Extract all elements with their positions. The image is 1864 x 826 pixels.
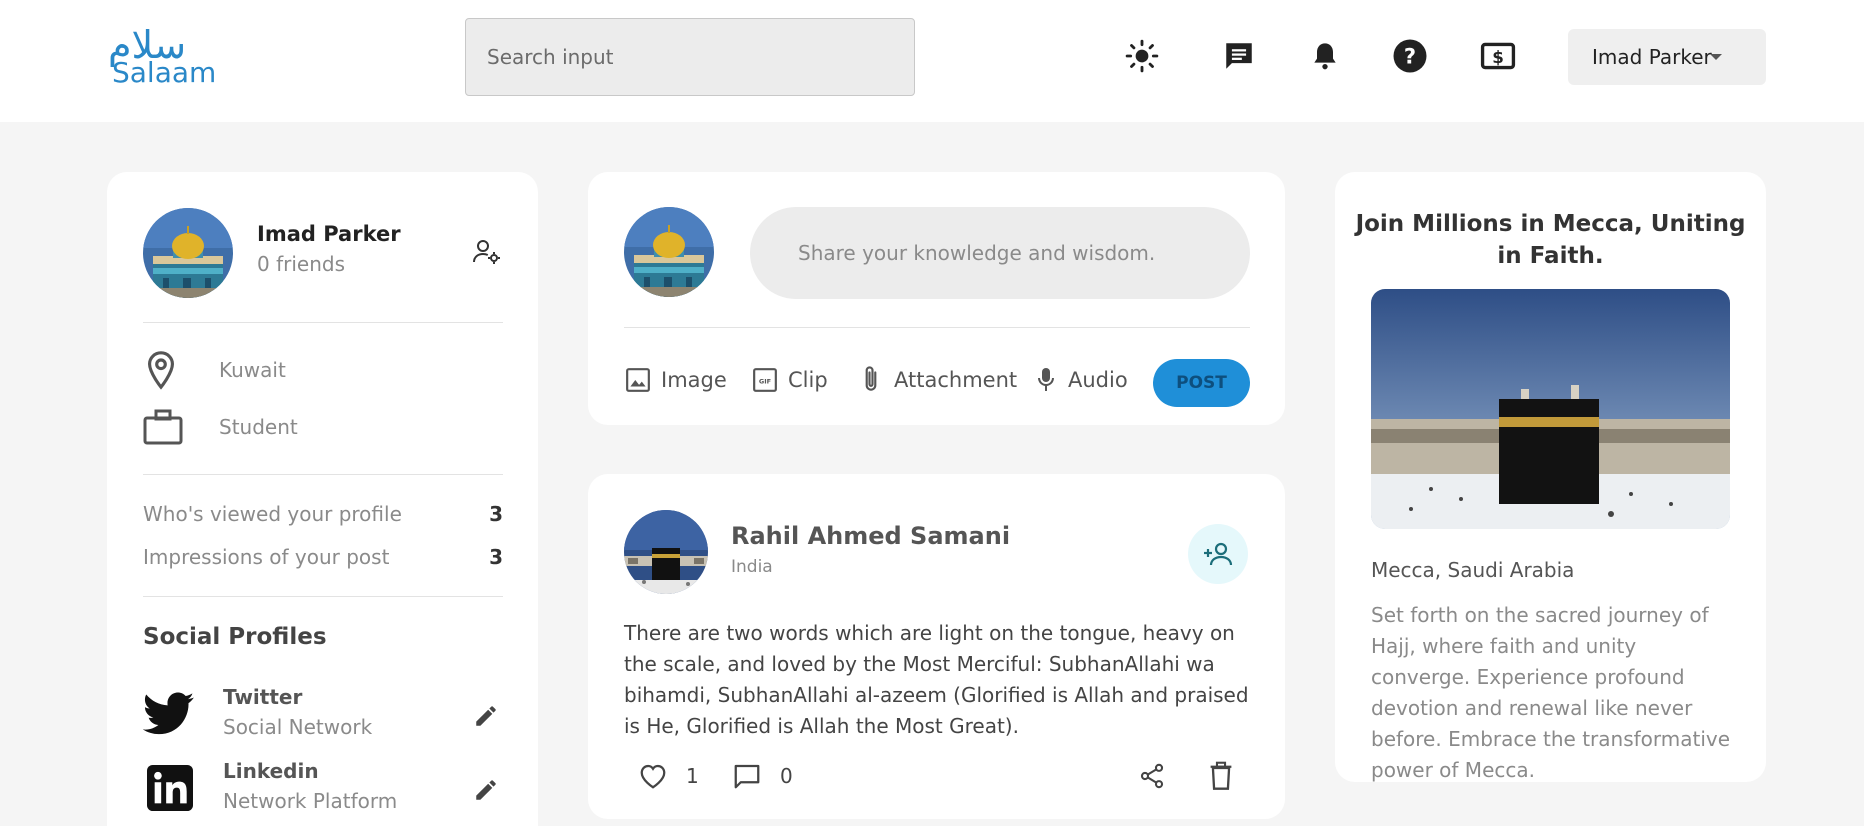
add-clip-button[interactable]: GIF Clip [752,360,828,400]
microphone-icon [1038,368,1054,391]
composer-avatar [624,207,714,297]
user-menu-dropdown[interactable]: Imad Parker [1568,29,1766,85]
social-profile-linkedin: Linkedin Network Platform [143,759,503,819]
profile-occupation: Student [219,415,298,439]
logo-text: Salaam [112,56,217,89]
svg-text:$: $ [1492,47,1504,67]
linkedin-icon[interactable] [147,765,193,811]
paperclip-icon [865,366,877,391]
svg-text:?: ? [1404,45,1416,69]
manage-account-icon[interactable] [472,238,502,270]
profile-location: Kuwait [219,358,286,382]
profile-location-row: Kuwait [143,348,286,392]
comment-count: 0 [780,764,793,788]
twitter-icon[interactable] [143,691,195,737]
share-button[interactable] [1138,756,1166,796]
share-post-input[interactable]: Share your knowledge and wisdom. [750,207,1250,299]
social-type: Network Platform [223,789,398,813]
social-profiles-heading: Social Profiles [143,624,327,650]
edit-icon[interactable] [473,703,499,729]
stat-value: 3 [489,502,503,526]
person-add-icon [1204,542,1233,566]
user-menu-name: Imad Parker [1592,45,1712,69]
briefcase-icon [143,409,183,445]
post-body-text: There are two words which are light on t… [624,621,1249,738]
like-count: 1 [686,764,699,788]
promo-location: Mecca, Saudi Arabia [1371,558,1575,582]
search-input[interactable]: Search input [465,18,915,96]
profile-avatar[interactable] [143,208,233,298]
promo-card: Join Millions in Mecca, Uniting in Faith… [1335,172,1766,782]
divider [143,322,503,323]
bell-icon[interactable] [1307,38,1343,74]
comment-button[interactable]: 0 [732,756,793,796]
add-audio-button[interactable]: Audio [1034,360,1128,400]
social-type: Social Network [223,715,373,739]
post-impressions-stat[interactable]: Impressions of your post 3 [143,545,503,569]
post-author-avatar[interactable] [624,510,708,594]
gif-icon: GIF [753,368,777,392]
sun-icon[interactable] [1124,38,1160,74]
divider [143,474,503,475]
add-friend-button[interactable] [1188,524,1248,584]
divider [143,596,503,597]
divider [624,327,1250,328]
post-composer-card: Share your knowledge and wisdom. Image G… [588,172,1285,425]
stat-value: 3 [489,545,503,569]
promo-image[interactable] [1371,289,1730,529]
delete-button[interactable] [1208,756,1234,796]
promo-description: Set forth on the sacred journey of Hajj,… [1371,603,1731,782]
stat-label: Who's viewed your profile [143,502,402,526]
post-card: Rahil Ahmed Samani India There are two w… [588,474,1285,819]
dollar-icon[interactable]: $ [1480,38,1516,74]
tool-label: Attachment [894,368,1018,392]
edit-icon[interactable] [473,777,499,803]
profile-occupation-row: Student [143,405,298,449]
heart-icon [640,764,666,789]
add-attachment-button[interactable]: Attachment [858,360,1017,400]
like-button[interactable]: 1 [638,756,699,796]
image-icon [626,368,650,392]
profile-name: Imad Parker [257,222,401,246]
search-placeholder: Search input [487,45,614,69]
profile-views-stat[interactable]: Who's viewed your profile 3 [143,502,503,526]
chevron-down-icon [1710,54,1722,60]
post-button[interactable]: POST [1153,359,1250,407]
profile-friends-count: 0 friends [257,252,345,276]
salaam-logo[interactable]: سلام Salaam [106,20,226,89]
promo-title: Join Millions in Mecca, Uniting in Faith… [1355,211,1746,269]
share-icon [1140,763,1164,789]
share-placeholder: Share your knowledge and wisdom. [798,241,1156,265]
profile-card: Imad Parker 0 friends Kuwait Student Who… [107,172,538,826]
social-profile-twitter: Twitter Social Network [143,685,503,745]
tool-label: Clip [788,368,828,392]
tool-label: Image [661,368,727,392]
comment-icon [734,764,760,789]
add-image-button[interactable]: Image [625,360,727,400]
social-name: Twitter [223,685,303,709]
social-name: Linkedin [223,759,319,783]
tool-label: Audio [1068,368,1128,392]
help-icon[interactable]: ? [1392,38,1428,74]
stat-label: Impressions of your post [143,545,390,569]
svg-text:GIF: GIF [759,377,771,385]
post-author-location: India [731,557,773,577]
location-pin-icon [147,351,175,390]
chat-icon[interactable] [1221,38,1257,74]
top-navbar: سلام Salaam Search input ? $ Imad Parker [0,0,1864,122]
post-author-name[interactable]: Rahil Ahmed Samani [731,522,1010,550]
trash-icon [1210,761,1232,790]
